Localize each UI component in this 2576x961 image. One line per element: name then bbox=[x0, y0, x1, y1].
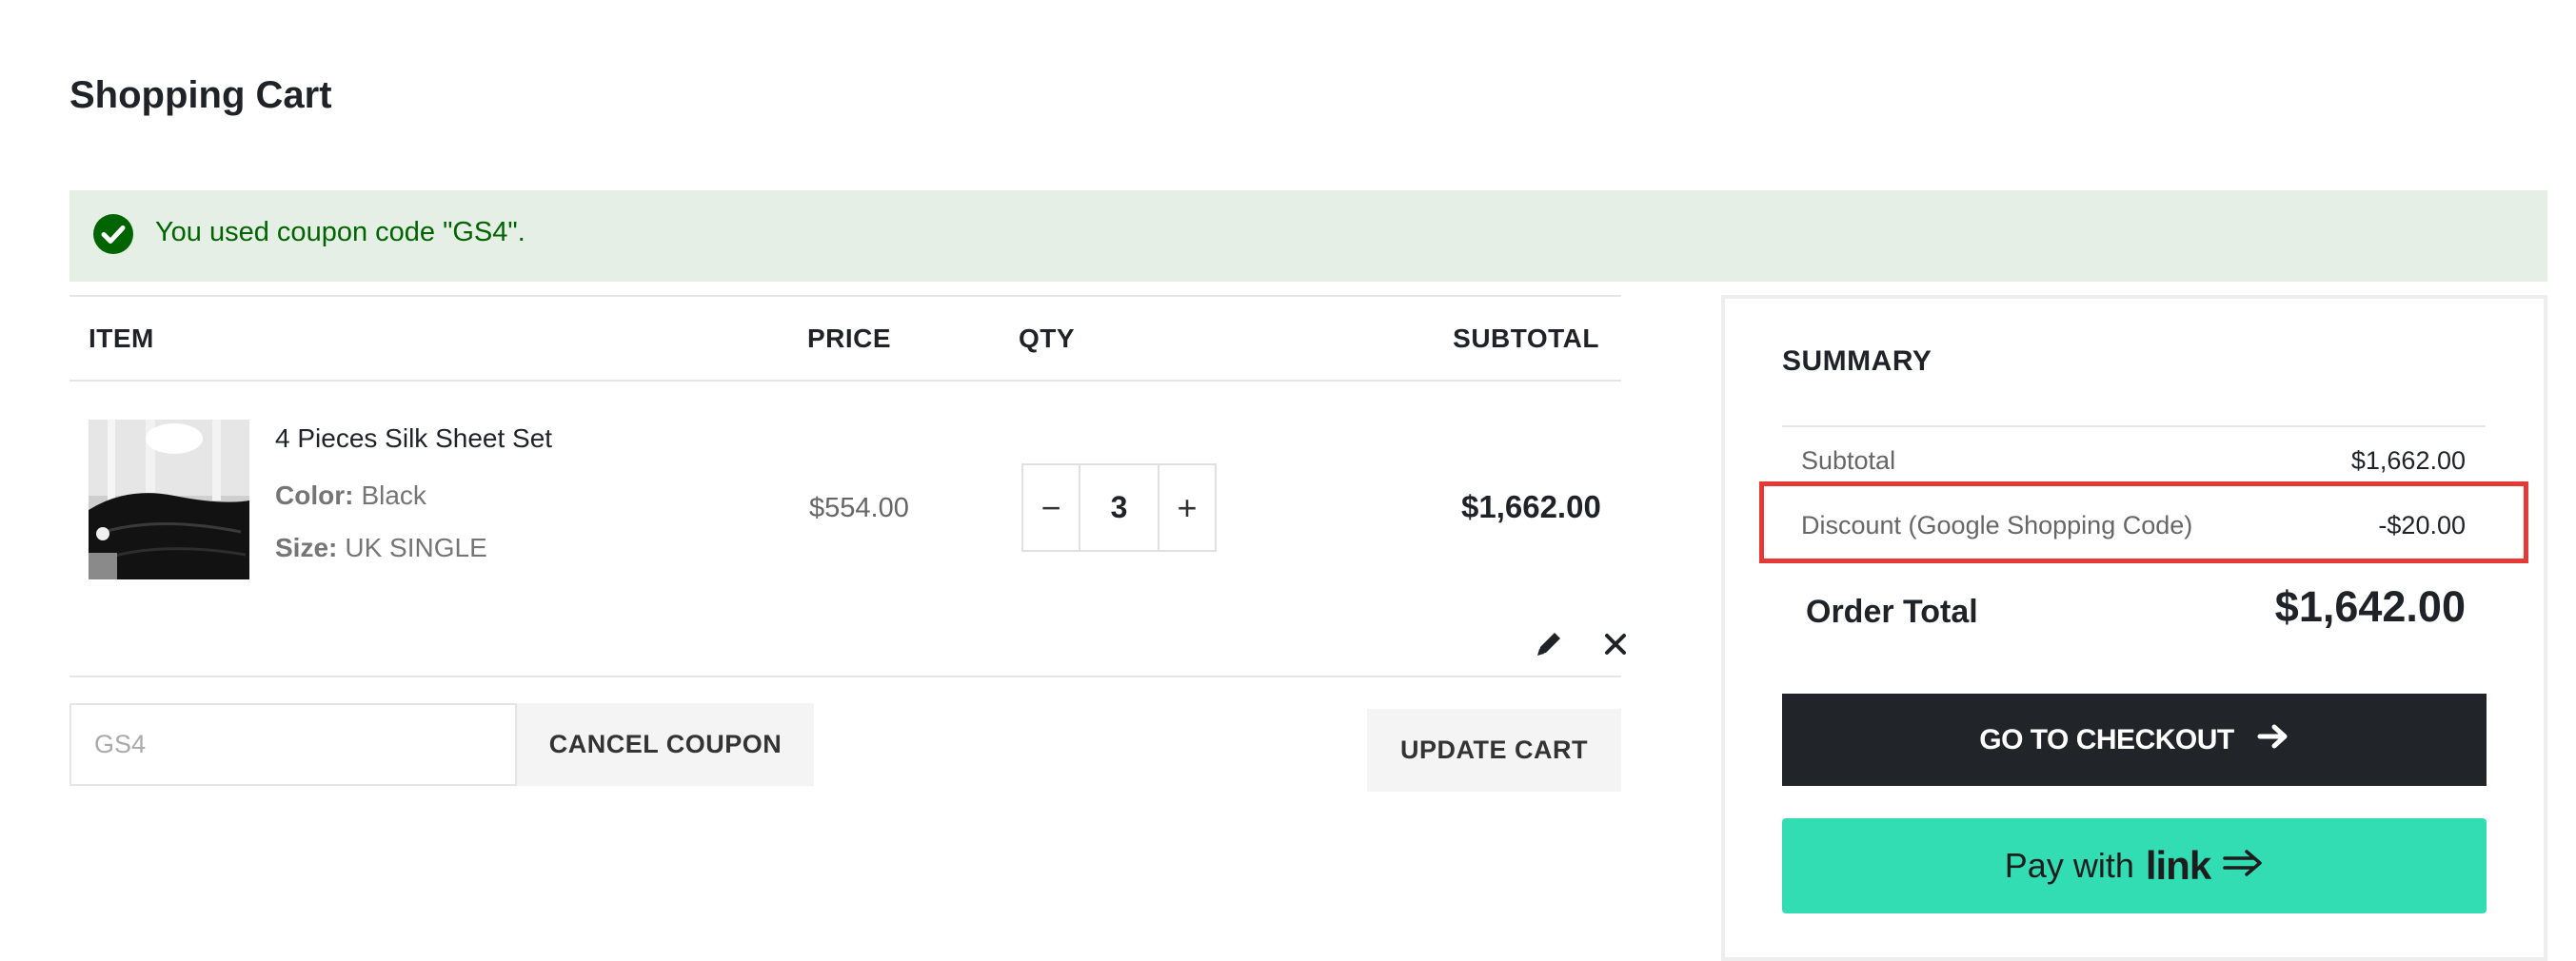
subtotal-label: Subtotal bbox=[1801, 446, 1896, 475]
option-label: Color: bbox=[275, 480, 354, 510]
double-arrow-icon bbox=[2222, 846, 2264, 886]
product-name[interactable]: 4 Pieces Silk Sheet Set bbox=[275, 423, 552, 454]
column-header-price: PRICE bbox=[807, 324, 892, 353]
option-value: UK SINGLE bbox=[345, 533, 487, 562]
success-message-text: You used coupon code "GS4". bbox=[155, 217, 525, 247]
quantity-stepper: − 3 + bbox=[1021, 463, 1217, 552]
coupon-input[interactable] bbox=[69, 703, 517, 786]
summary-title: SUMMARY bbox=[1782, 345, 1932, 377]
divider bbox=[69, 295, 1621, 297]
discount-value: -$20.00 bbox=[2378, 511, 2466, 539]
option-value: Black bbox=[361, 480, 426, 510]
pay-with-link-button[interactable]: Pay with link bbox=[1782, 818, 2487, 913]
checkout-label: GO TO CHECKOUT bbox=[1979, 723, 2234, 755]
product-option-color: Color: Black bbox=[275, 480, 426, 511]
link-logo: link bbox=[2145, 843, 2211, 888]
item-subtotal: $1,662.00 bbox=[1461, 489, 1601, 524]
column-header-qty: QTY bbox=[1019, 324, 1076, 353]
column-header-item: ITEM bbox=[89, 324, 154, 353]
option-label: Size: bbox=[275, 533, 338, 562]
product-option-size: Size: UK SINGLE bbox=[275, 533, 487, 563]
product-image[interactable] bbox=[89, 420, 249, 579]
close-icon[interactable] bbox=[1599, 628, 1632, 660]
order-total-value: $1,642.00 bbox=[2274, 582, 2466, 631]
divider bbox=[69, 676, 1621, 677]
arrow-right-icon bbox=[2257, 722, 2289, 758]
qty-increase-button[interactable]: + bbox=[1159, 465, 1215, 550]
divider bbox=[69, 380, 1621, 382]
update-cart-button[interactable]: UPDATE CART bbox=[1367, 709, 1621, 792]
cancel-coupon-button[interactable]: CANCEL COUPON bbox=[517, 703, 814, 786]
qty-decrease-button[interactable]: − bbox=[1023, 465, 1079, 550]
pencil-icon[interactable] bbox=[1533, 628, 1565, 660]
item-price: $554.00 bbox=[809, 493, 909, 523]
discount-label: Discount (Google Shopping Code) bbox=[1801, 511, 2193, 539]
success-message: You used coupon code "GS4". bbox=[69, 190, 2547, 282]
column-header-subtotal: SUBTOTAL bbox=[1453, 324, 1599, 353]
order-total-label: Order Total bbox=[1806, 594, 1978, 630]
divider bbox=[1782, 425, 2486, 427]
page-title: Shopping Cart bbox=[69, 74, 332, 116]
subtotal-value: $1,662.00 bbox=[2350, 446, 2466, 475]
paylink-prefix: Pay with bbox=[2004, 846, 2134, 885]
go-to-checkout-button[interactable]: GO TO CHECKOUT bbox=[1782, 694, 2487, 786]
check-circle-icon bbox=[92, 213, 134, 255]
qty-input[interactable]: 3 bbox=[1079, 465, 1159, 550]
